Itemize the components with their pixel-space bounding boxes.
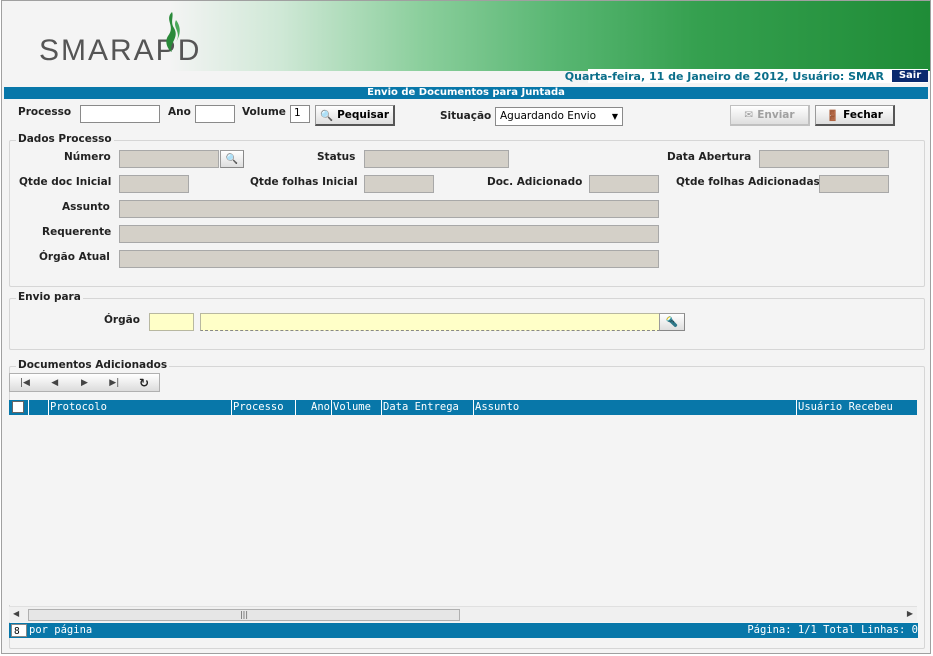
search-icon: 🔍 bbox=[320, 109, 334, 122]
close-button-label: Fechar bbox=[843, 109, 883, 121]
scroll-left-icon[interactable]: ◀ bbox=[13, 609, 19, 618]
dados-processo-legend: Dados Processo bbox=[16, 133, 114, 145]
data-abertura-label: Data Abertura bbox=[667, 151, 752, 163]
qtde-folhas-inicial-field bbox=[364, 175, 434, 193]
logout-button[interactable]: Sair bbox=[892, 70, 928, 82]
icon-column bbox=[28, 400, 48, 415]
user-status-bar: Quarta-feira, 11 de Janeiro de 2012, Usu… bbox=[565, 69, 928, 83]
orgao-lookup-button[interactable]: 🔦 bbox=[659, 313, 685, 331]
col-assunto[interactable]: Assunto bbox=[473, 400, 796, 415]
app-window: SMARAPD Quarta-feira, 11 de Janeiro de 2… bbox=[1, 0, 931, 654]
header-banner: SMARAPD bbox=[2, 1, 930, 71]
search-button[interactable]: 🔍 Pequisar bbox=[315, 105, 395, 126]
send-button-label: Enviar bbox=[757, 109, 795, 121]
situacao-select[interactable]: Aguardando Envio ▼ bbox=[495, 107, 623, 126]
qtde-folhas-adicionadas-label: Qtde folhas Adicionadas bbox=[676, 176, 820, 188]
prev-page-icon[interactable]: ◀ bbox=[40, 378, 70, 388]
date-user-text: Quarta-feira, 11 de Janeiro de 2012, Usu… bbox=[564, 70, 884, 83]
numero-label: Número bbox=[64, 151, 111, 163]
page-title: Envio de Documentos para Juntada bbox=[4, 87, 928, 99]
orgao-atual-label: Órgão Atual bbox=[39, 251, 110, 263]
scroll-right-icon[interactable]: ▶ bbox=[907, 609, 913, 618]
send-button[interactable]: ✉ Enviar bbox=[730, 105, 810, 126]
ano-input[interactable] bbox=[195, 105, 235, 123]
pager-toolbar: |◀ ◀ ▶ ▶| ↻ bbox=[9, 373, 160, 392]
volume-input[interactable]: 1 bbox=[290, 105, 310, 123]
flashlight-icon: 🔦 bbox=[665, 316, 679, 328]
status-label: Status bbox=[317, 151, 356, 163]
numero-lookup-button[interactable]: 🔍 bbox=[220, 150, 244, 168]
processo-input[interactable] bbox=[80, 105, 160, 123]
last-page-icon[interactable]: ▶| bbox=[99, 378, 129, 388]
qtde-folhas-adicionadas-field bbox=[819, 175, 889, 193]
col-processo[interactable]: Processo bbox=[231, 400, 295, 415]
processo-label: Processo bbox=[18, 106, 72, 118]
horizontal-scrollbar[interactable]: ◀ ||| ▶ bbox=[9, 606, 917, 622]
page-status: Página: 1/1 Total Linhas: 0 bbox=[747, 624, 918, 636]
col-volume[interactable]: Volume bbox=[331, 400, 381, 415]
col-usuario-recebeu[interactable]: Usuário Recebeu bbox=[796, 400, 917, 415]
flame-logo-icon bbox=[166, 12, 180, 52]
col-ano[interactable]: Ano bbox=[295, 400, 331, 415]
doc-adicionado-field bbox=[589, 175, 659, 193]
col-protocolo[interactable]: Protocolo bbox=[48, 400, 231, 415]
first-page-icon[interactable]: |◀ bbox=[10, 378, 40, 388]
scroll-thumb[interactable]: ||| bbox=[28, 609, 460, 621]
documentos-legend: Documentos Adicionados bbox=[16, 359, 170, 371]
magnifier-document-icon: 🔍 bbox=[225, 153, 239, 165]
numero-field bbox=[119, 150, 219, 168]
next-page-icon[interactable]: ▶ bbox=[70, 378, 100, 388]
situacao-label: Situação bbox=[440, 110, 492, 122]
qtde-doc-inicial-field bbox=[119, 175, 189, 193]
grid-header: Protocolo Processo Ano Volume Data Entre… bbox=[9, 400, 917, 415]
data-abertura-field bbox=[759, 150, 889, 168]
orgao-label: Órgão bbox=[104, 314, 140, 326]
grid-footer: 8 por página Página: 1/1 Total Linhas: 0 bbox=[9, 623, 918, 638]
status-field bbox=[364, 150, 509, 168]
close-button[interactable]: 🚪 Fechar bbox=[815, 105, 895, 126]
grid-body bbox=[9, 415, 917, 605]
exit-door-icon: 🚪 bbox=[826, 109, 840, 122]
situacao-value: Aguardando Envio bbox=[500, 110, 597, 122]
volume-label: Volume bbox=[242, 106, 286, 118]
assunto-label: Assunto bbox=[62, 201, 110, 213]
qtde-doc-inicial-label: Qtde doc Inicial bbox=[19, 176, 112, 188]
per-page-label: por página bbox=[29, 624, 93, 636]
chevron-down-icon: ▼ bbox=[611, 112, 618, 121]
refresh-icon[interactable]: ↻ bbox=[129, 376, 159, 390]
qtde-folhas-inicial-label: Qtde folhas Inicial bbox=[250, 176, 358, 188]
assunto-field bbox=[119, 200, 659, 218]
per-page-input[interactable]: 8 bbox=[11, 624, 27, 637]
search-button-label: Pequisar bbox=[337, 109, 389, 121]
requerente-label: Requerente bbox=[42, 226, 112, 238]
select-all-checkbox[interactable] bbox=[12, 401, 24, 413]
orgao-atual-field bbox=[119, 250, 659, 268]
orgao-code-input[interactable] bbox=[149, 313, 194, 331]
doc-adicionado-label: Doc. Adicionado bbox=[487, 176, 583, 188]
ano-label: Ano bbox=[168, 106, 191, 118]
envelope-icon: ✉ bbox=[744, 109, 754, 121]
requerente-field bbox=[119, 225, 659, 243]
orgao-name-input[interactable] bbox=[200, 313, 660, 331]
col-data-entrega[interactable]: Data Entrega bbox=[381, 400, 473, 415]
envio-para-legend: Envio para bbox=[16, 291, 83, 303]
